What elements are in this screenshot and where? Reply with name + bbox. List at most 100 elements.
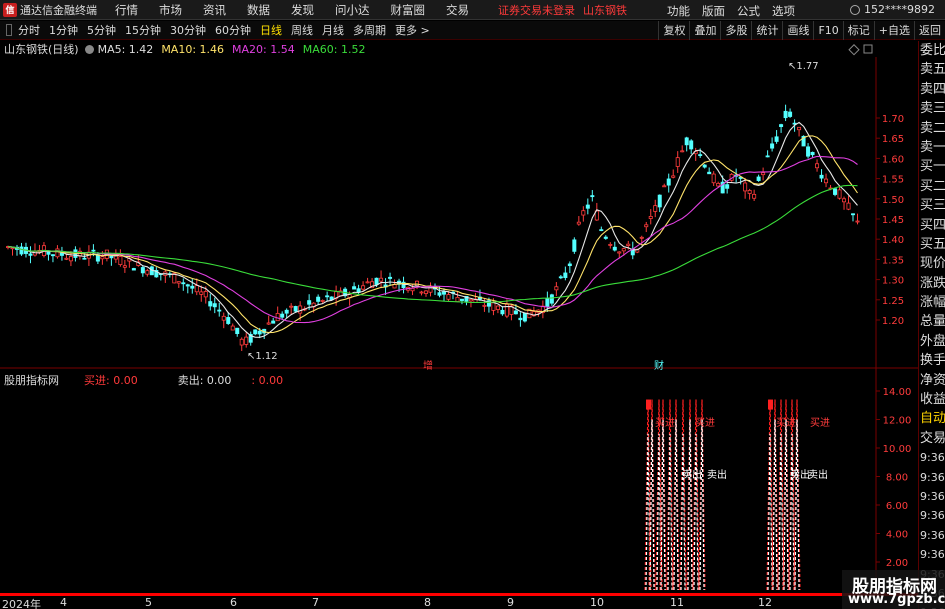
candle-body [707,171,712,175]
candle-body [109,255,114,259]
side-item[interactable]: 买五 [919,235,945,254]
candle-body [513,310,518,315]
brand-url: www.7gpzb.com [848,592,945,607]
candle-body [82,257,87,260]
price-label: 1.45 [882,215,904,226]
candle-body [797,126,802,131]
candle-body [644,224,649,228]
candle-body [446,294,451,300]
app-window: 信 通达信金融终端 行情 市场 资讯 数据 发现 问小达 财富圈 交易 证券交易… [0,0,945,609]
side-item[interactable]: 9:36 [919,487,945,506]
side-item[interactable]: 9:36 [919,448,945,467]
candle-body [293,306,298,312]
side-item[interactable]: 买三 [919,196,945,215]
candle-body [298,305,303,314]
side-item[interactable]: 交易 [919,429,945,448]
side-item[interactable]: 买二 [919,177,945,196]
candle-body [352,286,357,290]
price-label: 1.20 [882,316,904,327]
signal-spike-red [679,399,687,591]
candle-body [662,185,667,188]
side-item[interactable]: 9:36 [919,545,945,564]
candle-body [203,291,208,298]
candle-body [783,110,788,119]
candle-body [284,309,289,314]
kline-chart[interactable]: 1.70 1.65 1.60 1.55 1.50 1.45 1.40 1.35 1.30 1.25… [0,0,945,609]
marker-zeng: 增 [423,359,433,372]
candle-body [325,295,330,298]
side-item[interactable]: 卖三 [919,99,945,118]
candle-body [131,268,136,271]
signal-buy-label: 买进 [810,417,830,429]
side-item[interactable]: 外盘 [919,332,945,351]
candle-body [522,312,527,322]
date-label: 12 [758,596,772,609]
candle-body [846,202,851,210]
candle-body [752,193,757,199]
candle-body [824,178,829,184]
signal-sell-label: 卖出 [707,468,727,481]
candle-body [19,246,24,255]
candle-body [437,292,442,296]
price-label: 1.30 [882,276,904,287]
side-item[interactable]: 卖二 [919,119,945,138]
candle-body [639,236,644,239]
candle-body [374,277,379,285]
candle-body [68,256,73,262]
candle-body [617,251,622,254]
window-icon [863,44,873,54]
date-label: 6 [230,596,237,609]
indicator-name[interactable]: 股朋指标网 [4,372,59,388]
side-item[interactable]: 收益 [919,390,945,409]
candle-body [626,243,631,246]
side-item[interactable]: 卖四 [919,80,945,99]
signal-spike-white [699,419,705,591]
candle-body [756,176,761,181]
date-label: 4 [60,596,67,609]
candle-body [118,256,123,265]
price-label: 1.35 [882,255,904,266]
candle-body [64,257,69,260]
side-item[interactable]: 涨跌 [919,274,945,293]
candle-body [235,327,240,335]
candle-body [140,267,145,274]
signal-spike-white [783,419,789,591]
side-item[interactable]: 自动 [919,409,945,428]
side-item[interactable]: 9:36 [919,506,945,525]
price-label: 1.55 [882,175,904,186]
indicator-label: 4.00 [886,530,908,541]
candle-body [145,270,150,275]
side-item[interactable]: 买四 [919,216,945,235]
indicator-info: 股朋指标网 买进: 0.00 卖出: 0.00 : 0.00 [0,372,880,388]
candle-body [239,338,244,346]
side-item[interactable]: 买一 [919,157,945,176]
candle-body [55,248,60,258]
side-item[interactable]: 净资 [919,371,945,390]
signal-sell-label: 卖出 [790,468,810,481]
candle-body [680,150,685,153]
candle-body [468,299,473,302]
candle-body [208,301,213,307]
candle-body [657,194,662,208]
side-item[interactable]: 涨幅 [919,293,945,312]
candle-body [545,298,550,307]
signal-buy-label: 买进 [776,417,796,429]
candle-body [689,140,694,150]
side-item[interactable]: 委比 [919,41,945,60]
side-item[interactable]: 现价 [919,254,945,273]
side-item[interactable]: 卖一 [919,138,945,157]
indicator-buy-value: 买进: 0.00 [84,374,138,387]
side-item[interactable]: 总量 [919,312,945,331]
candle-body [576,221,581,225]
side-item[interactable]: 换手 [919,351,945,370]
candle-body [100,256,105,260]
side-item[interactable]: 9:36 [919,468,945,487]
candle-body [653,205,658,212]
side-item[interactable]: 卖五 [919,60,945,79]
ma20-line [7,155,858,324]
candle-body [257,330,262,335]
indicator-label: 10.00 [883,444,912,455]
side-item[interactable]: 9:36 [919,526,945,545]
ma60-line [7,184,858,304]
candle-body [671,175,676,178]
